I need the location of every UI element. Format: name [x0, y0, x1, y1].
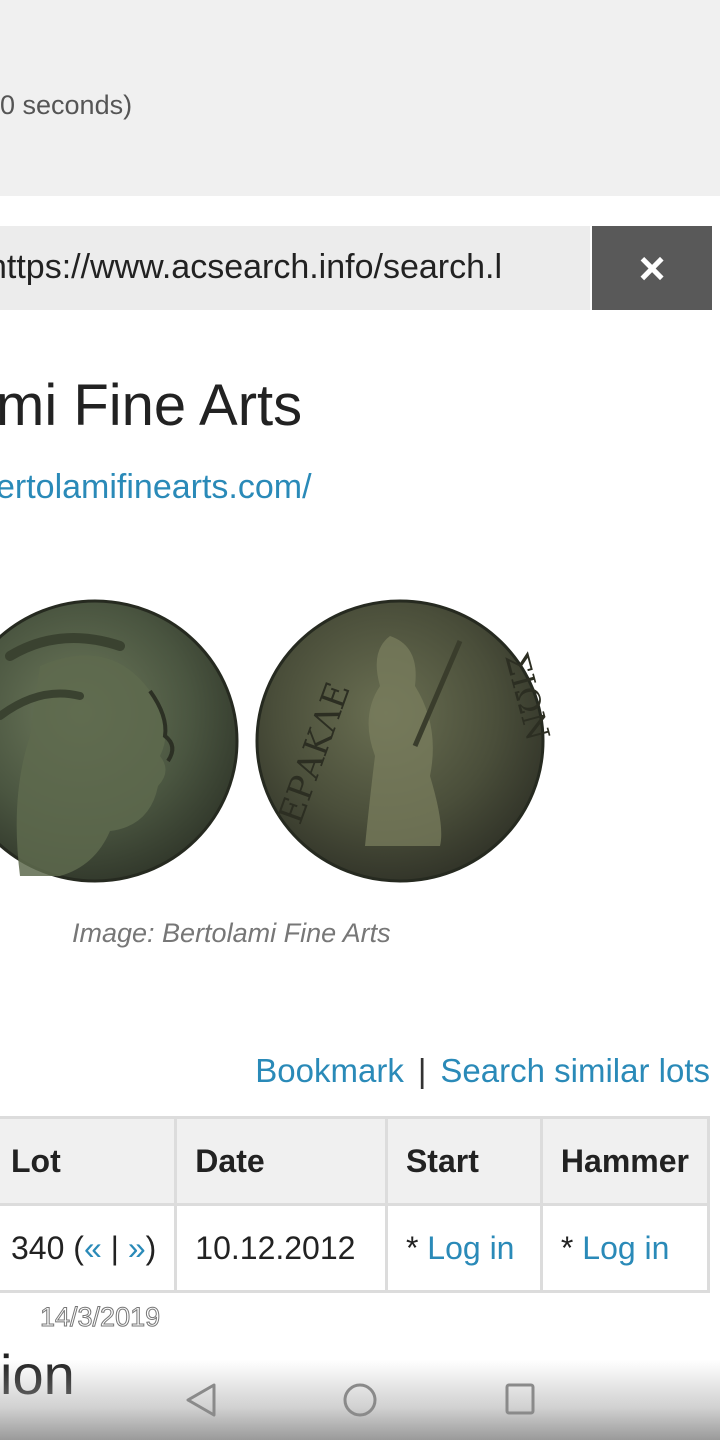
search-info-banner: 0 seconds): [0, 0, 720, 196]
actions-separator: |: [417, 1052, 427, 1089]
table-row: 340 (« | ») 10.12.2012 * Log in * Log in: [0, 1203, 711, 1293]
url-field[interactable]: https://www.acsearch.info/search.l: [0, 226, 590, 310]
header-lot: Lot: [0, 1116, 178, 1206]
start-login-link[interactable]: Log in: [427, 1230, 514, 1266]
table-header-row: Lot Date Start Hammer: [0, 1116, 711, 1206]
hammer-login-link[interactable]: Log in: [582, 1230, 669, 1266]
prev-lot-link[interactable]: «: [84, 1230, 102, 1266]
next-lot-link[interactable]: »: [128, 1230, 146, 1266]
home-icon[interactable]: [342, 1382, 378, 1418]
cell-start: * Log in: [384, 1203, 543, 1293]
date-watermark: 14/3/2019: [39, 1302, 161, 1333]
cell-hammer: * Log in: [539, 1203, 711, 1293]
coin-reverse: ΕΡΑΚΛΕ ΣΙΩΝ: [255, 599, 557, 883]
coin-image[interactable]: ΕΡΑΚΛΕ ΣΙΩΝ: [0, 596, 560, 896]
search-similar-link[interactable]: Search similar lots: [440, 1052, 710, 1089]
lot-close-paren: ): [145, 1229, 157, 1266]
auction-house-link[interactable]: ertolamifinearts.com/: [0, 468, 312, 507]
header-start: Start: [384, 1116, 543, 1206]
image-caption: Image: Bertolami Fine Arts: [72, 918, 391, 948]
coin-obverse: [0, 599, 239, 883]
auction-house-title: mi Fine Arts: [0, 373, 303, 438]
header-date: Date: [174, 1116, 388, 1206]
coin-photo: ΕΡΑΚΛΕ ΣΙΩΝ: [0, 599, 557, 883]
close-button[interactable]: ×: [592, 226, 712, 310]
lot-number: 340 (: [11, 1229, 84, 1266]
recents-icon[interactable]: [504, 1382, 536, 1416]
close-icon: ×: [638, 242, 666, 294]
hammer-prefix: *: [560, 1229, 583, 1266]
url-text[interactable]: https://www.acsearch.info/search.l: [0, 248, 548, 287]
lot-actions: Bookmark | Search similar lots: [255, 1052, 710, 1090]
lot-nav-divider: |: [101, 1229, 128, 1266]
cell-date: 10.12.2012: [174, 1203, 388, 1293]
lot-table: Lot Date Start Hammer 340 (« | ») 10.12.…: [0, 1116, 711, 1293]
search-timing-text: 0 seconds): [0, 90, 133, 120]
back-icon[interactable]: [184, 1382, 218, 1418]
cell-lot: 340 (« | »): [0, 1203, 178, 1293]
system-nav-bar: [0, 1360, 720, 1440]
bookmark-link[interactable]: Bookmark: [255, 1052, 404, 1089]
header-hammer: Hammer: [539, 1116, 711, 1206]
start-prefix: *: [405, 1229, 428, 1266]
